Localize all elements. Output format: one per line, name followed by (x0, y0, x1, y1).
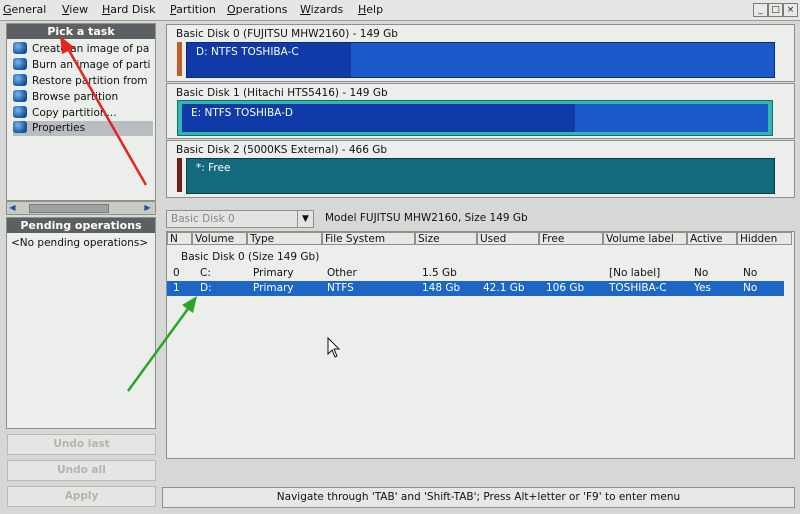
red-annotation-arrow (60, 36, 148, 186)
annotation-overlay (60, 36, 341, 392)
mouse-cursor-icon (327, 336, 341, 358)
green-annotation-arrow (126, 296, 197, 392)
